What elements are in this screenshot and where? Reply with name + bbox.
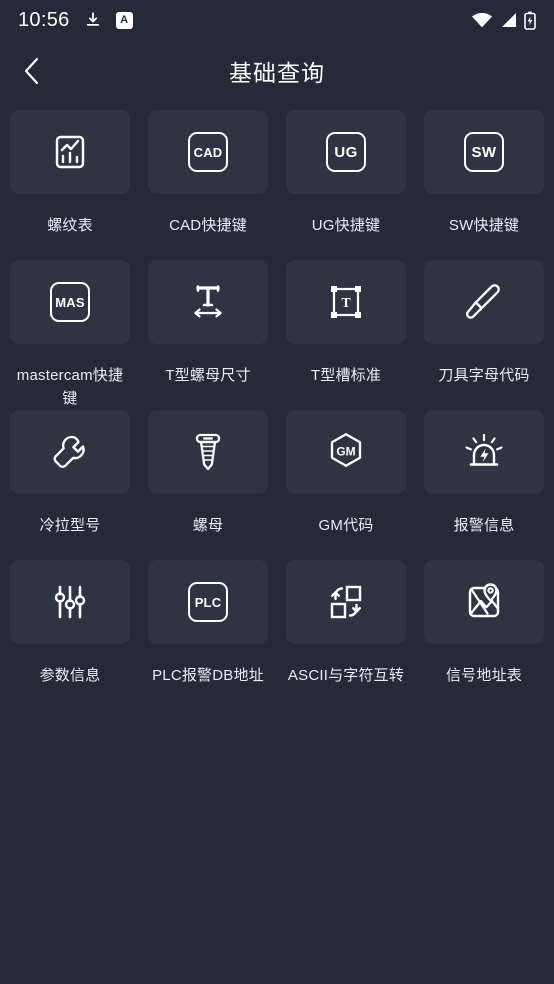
tile-background (10, 560, 130, 644)
grid-item-tool-letter-codes[interactable]: 刀具字母代码 (424, 260, 544, 410)
swap-squares-icon (323, 579, 369, 625)
screw-icon (186, 429, 230, 475)
status-bar: 10:56 A (0, 0, 554, 40)
svg-text:T: T (341, 296, 351, 311)
svg-text:GM: GM (336, 445, 355, 459)
tile-background: UG (286, 110, 406, 194)
ug-badge-icon: UG (326, 132, 366, 172)
grid-item-t-slot-standard[interactable]: T T型槽标准 (286, 260, 406, 410)
cad-badge-icon: CAD (188, 132, 228, 172)
tile-background: SW (424, 110, 544, 194)
grid-item-mastercam-shortcuts[interactable]: MAS mastercam快捷键 (10, 260, 130, 410)
grid-item-gm-codes[interactable]: GM GM代码 (286, 410, 406, 560)
grid-item-t-nut-size[interactable]: T型螺母尺寸 (148, 260, 268, 410)
tile-background: T (286, 260, 406, 344)
status-bar-left: 10:56 A (18, 9, 133, 32)
grid-item-cad-shortcuts[interactable]: CAD CAD快捷键 (148, 110, 268, 260)
grid-item-label: 螺纹表 (47, 217, 93, 234)
t-width-arrow-icon (185, 279, 231, 325)
tile-background: GM (286, 410, 406, 494)
battery-charging-icon (524, 11, 536, 30)
status-bar-right (471, 11, 536, 30)
grid-item-label: GM代码 (318, 517, 374, 534)
back-button[interactable] (10, 49, 54, 93)
sw-badge-icon: SW (464, 132, 504, 172)
chart-box-icon (48, 130, 92, 174)
cellular-signal-icon (500, 12, 517, 28)
mas-badge-icon: MAS (50, 282, 90, 322)
grid-item-label: CAD快捷键 (169, 217, 247, 234)
page-title: 基础查询 (229, 60, 325, 86)
knife-icon (461, 279, 507, 325)
grid-item-label: T型槽标准 (310, 367, 382, 384)
tile-background (10, 110, 130, 194)
gm-hexagon-icon: GM (323, 429, 369, 475)
grid-item-label: 信号地址表 (445, 667, 522, 684)
grid-item-ascii-converter[interactable]: ASCII与字符互转 (286, 560, 406, 710)
tile-background (10, 410, 130, 494)
grid-item-parameter-info[interactable]: 参数信息 (10, 560, 130, 710)
grid-item-label: PLC报警DB地址 (152, 667, 264, 684)
input-method-a-icon: A (115, 11, 133, 29)
tile-background: PLC (148, 560, 268, 644)
tile-background (424, 410, 544, 494)
grid-item-nuts[interactable]: 螺母 (148, 410, 268, 560)
grid-item-label: ASCII与字符互转 (287, 667, 405, 684)
grid-item-label: mastercam快捷键 (16, 367, 124, 407)
grid-item-signal-address[interactable]: 信号地址表 (424, 560, 544, 710)
alarm-light-icon (460, 429, 508, 475)
tile-background (424, 560, 544, 644)
map-pin-icon (461, 579, 507, 625)
grid-item-cold-drawn-models[interactable]: 冷拉型号 (10, 410, 130, 560)
tile-background (424, 260, 544, 344)
grid-item-label: 冷拉型号 (39, 517, 101, 534)
grid-item-plc-alarm-db[interactable]: PLC PLC报警DB地址 (148, 560, 268, 710)
grid-item-sw-shortcuts[interactable]: SW SW快捷键 (424, 110, 544, 260)
t-bounding-box-icon: T (324, 280, 368, 324)
grid-item-label: UG快捷键 (311, 217, 381, 234)
grid-item-label: 报警信息 (453, 517, 515, 534)
plc-badge-icon: PLC (188, 582, 228, 622)
grid-item-label: 参数信息 (39, 667, 101, 684)
tile-background (148, 410, 268, 494)
grid-item-label: T型螺母尺寸 (165, 367, 251, 384)
grid-item-label: 刀具字母代码 (438, 367, 530, 384)
tile-background (148, 260, 268, 344)
tile-background (286, 560, 406, 644)
feature-grid: 螺纹表 CAD CAD快捷键 UG UG快捷键 SW SW快捷键 MAS mas… (0, 102, 554, 710)
tile-background: MAS (10, 260, 130, 344)
grid-item-label: 螺母 (192, 517, 224, 534)
wifi-icon (471, 12, 493, 28)
wrench-icon (47, 429, 93, 475)
title-bar: 基础查询 (0, 40, 554, 102)
tile-background: CAD (148, 110, 268, 194)
sliders-icon (47, 579, 93, 625)
grid-item-alarm-info[interactable]: 报警信息 (424, 410, 544, 560)
grid-item-label: SW快捷键 (448, 217, 520, 234)
download-icon (84, 11, 102, 29)
status-bar-clock: 10:56 (18, 8, 70, 31)
app-screen: 10:56 A 基础查询 螺纹表 CAD CAD快捷键 UG UG快捷键 SW … (0, 0, 554, 984)
grid-item-ug-shortcuts[interactable]: UG UG快捷键 (286, 110, 406, 260)
grid-item-thread-table[interactable]: 螺纹表 (10, 110, 130, 260)
